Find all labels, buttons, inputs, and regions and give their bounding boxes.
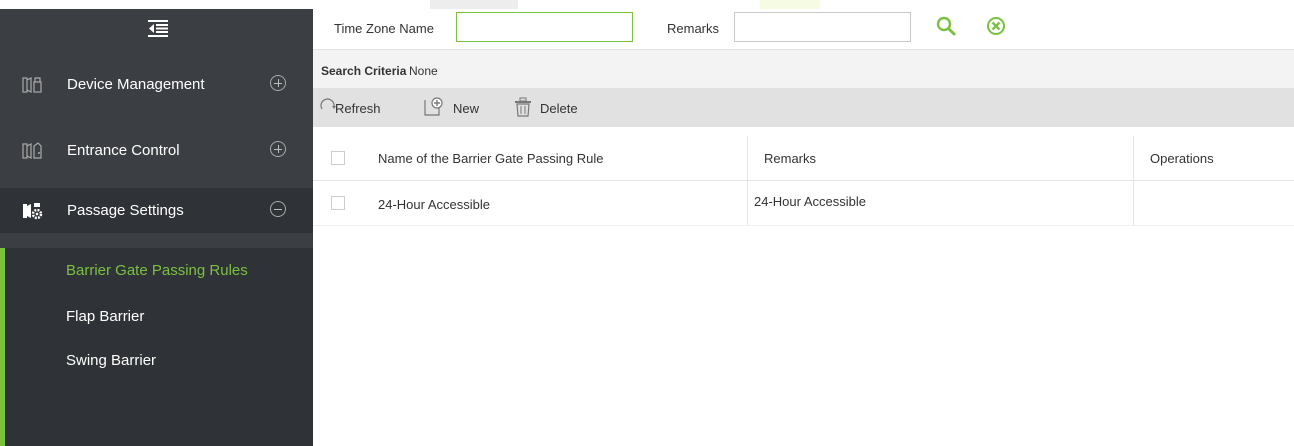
search-criteria-label: Search Criteria (321, 64, 407, 78)
table-row[interactable]: 24-Hour Accessible 24-Hour Accessible (313, 181, 1294, 226)
expand-icon[interactable] (270, 75, 286, 91)
top-strip-gray-tab (430, 0, 518, 9)
submenu-item-barrier-gate-passing-rules[interactable]: Barrier Gate Passing Rules (66, 262, 248, 279)
remarks-label: Remarks (667, 21, 720, 36)
sidebar-header (0, 9, 313, 49)
column-header-name[interactable]: Name of the Barrier Gate Passing Rule (378, 151, 603, 166)
passage-settings-submenu: Barrier Gate Passing Rules Flap Barrier … (0, 248, 313, 446)
column-header-remarks[interactable]: Remarks (764, 151, 816, 166)
refresh-label: Refresh (335, 101, 381, 116)
delete-button[interactable]: Delete (513, 88, 593, 127)
main-content: Time Zone Name Remarks Search Criteria N… (313, 9, 1294, 446)
passage-settings-icon (23, 203, 43, 220)
collapse-icon[interactable] (270, 201, 286, 217)
expand-icon[interactable] (270, 141, 286, 157)
time-zone-name-input[interactable] (456, 12, 633, 42)
menu-label-device-management: Device Management (67, 76, 205, 93)
menu-item-device-management[interactable]: Device Management (0, 62, 313, 107)
time-zone-name-label: Time Zone Name (334, 21, 434, 36)
device-management-icon (22, 77, 42, 93)
submenu-accent-bar (0, 248, 5, 446)
cell-remarks: 24-Hour Accessible (754, 194, 866, 209)
search-icon[interactable] (935, 15, 957, 37)
submenu-item-flap-barrier[interactable]: Flap Barrier (66, 308, 144, 325)
table-header: Name of the Barrier Gate Passing Rule Re… (313, 136, 1294, 181)
submenu-item-swing-barrier[interactable]: Swing Barrier (66, 352, 156, 369)
menu-item-passage-settings[interactable]: Passage Settings (0, 188, 313, 233)
remarks-input[interactable] (734, 12, 911, 42)
new-label: New (453, 101, 480, 116)
delete-label: Delete (540, 101, 578, 116)
refresh-button[interactable]: Refresh (319, 88, 399, 127)
search-criteria-bar: Search Criteria None (313, 49, 1294, 89)
column-header-operations: Operations (1150, 151, 1214, 166)
menu-label-passage-settings: Passage Settings (67, 202, 184, 219)
delete-icon (515, 97, 531, 117)
top-strip-green-tab (760, 0, 820, 9)
cell-rule-name: 24-Hour Accessible (378, 197, 490, 212)
search-criteria-value: None (409, 64, 438, 78)
new-button[interactable]: New (423, 88, 489, 127)
toolbar: Refresh New Delete (313, 88, 1294, 127)
new-icon (424, 97, 443, 116)
menu-label-entrance-control: Entrance Control (67, 142, 180, 159)
row-checkbox[interactable] (331, 196, 345, 210)
sidebar: Device Management Entrance Control Passa… (0, 9, 313, 446)
menu-collapse-icon[interactable] (148, 20, 168, 37)
menu-item-entrance-control[interactable]: Entrance Control (0, 128, 313, 173)
search-bar: Time Zone Name Remarks (313, 9, 1294, 49)
clear-icon[interactable] (985, 15, 1007, 37)
entrance-control-icon (22, 142, 42, 159)
top-strip (0, 0, 1294, 9)
select-all-checkbox[interactable] (331, 151, 345, 165)
